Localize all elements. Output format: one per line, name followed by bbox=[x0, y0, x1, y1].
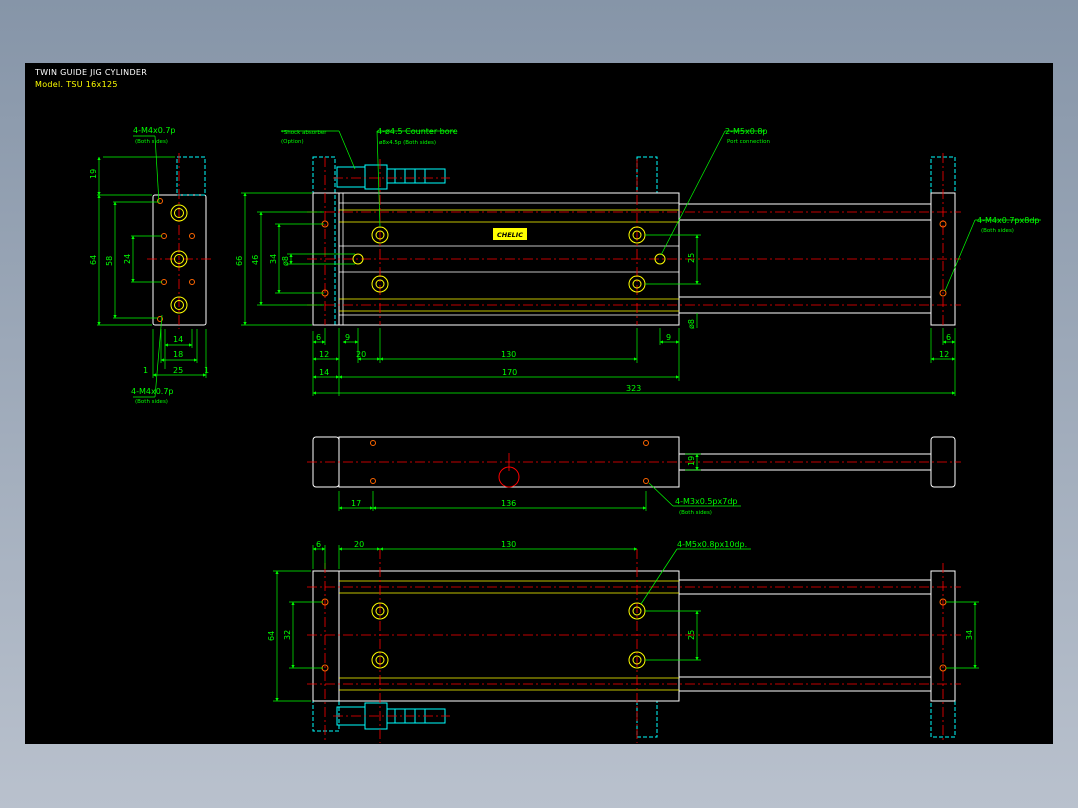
callout-end-top-holes-sub: (Both sides) bbox=[135, 139, 168, 145]
callout-bottom-holes: 4-M5x0.8px10dp. bbox=[677, 540, 747, 549]
end-view: 19 64 58 24 14 18 25 1 1 4-M4x0.7p (Both… bbox=[89, 126, 211, 405]
callout-rod-plate-holes: 4-M4x0.7px8dp bbox=[977, 216, 1039, 225]
dim-170: 170 bbox=[502, 368, 517, 377]
callout-counter-bore: 4-ø4.5 Counter bore bbox=[377, 127, 458, 136]
side-view: CHELIC 66 46 34 ø8 25 ø8 6 12 9 20 130 9… bbox=[235, 127, 1041, 396]
end-view-body bbox=[152, 194, 207, 326]
dim-phi8: ø8 bbox=[281, 256, 290, 266]
callout-shock-absorber-sub: (Option) bbox=[281, 139, 304, 145]
dim-323: 323 bbox=[626, 384, 641, 393]
dim-1a: 1 bbox=[143, 366, 148, 375]
piston-rods-side bbox=[679, 203, 931, 314]
shock-outline-left bbox=[312, 156, 336, 326]
mid-dim-17: 17 bbox=[351, 499, 361, 508]
bot-dim-32: 32 bbox=[283, 630, 292, 640]
dim-6r: 6 bbox=[946, 333, 951, 342]
dim-12r: 12 bbox=[939, 350, 949, 359]
bot-dim-64: 64 bbox=[267, 631, 276, 641]
callout-shock-absorber: *Shock absorber bbox=[281, 130, 327, 136]
mid-dim-19: 19 bbox=[687, 456, 696, 466]
dim-64: 64 bbox=[89, 255, 98, 265]
mid-dim-136: 136 bbox=[501, 499, 516, 508]
callout-end-bottom-holes-sub: (Both sides) bbox=[135, 399, 168, 405]
bot-dim-130: 130 bbox=[501, 540, 516, 549]
dim-25: 25 bbox=[173, 366, 183, 375]
callout-end-top-holes: 4-M4x0.7p bbox=[133, 126, 176, 135]
dim-9: 9 bbox=[345, 333, 350, 342]
dim-20: 20 bbox=[356, 350, 366, 359]
cad-drawing: 19 64 58 24 14 18 25 1 1 4-M4x0.7p (Both… bbox=[89, 126, 1041, 743]
callout-middle-holes: 4-M3x0.5px7dp bbox=[675, 497, 737, 506]
dim-24: 24 bbox=[123, 254, 132, 264]
callout-end-bottom-holes: 4-M4x0.7p bbox=[131, 387, 174, 396]
bot-dim-25: 25 bbox=[687, 630, 696, 640]
dim-12: 12 bbox=[319, 350, 329, 359]
middle-view: 19 17 136 4-M3x0.5px7dp (Both sides) bbox=[307, 436, 961, 516]
dim-130: 130 bbox=[501, 350, 516, 359]
drawing-canvas: TWIN GUIDE JIG CYLINDER Model. TSU 16x12… bbox=[25, 63, 1053, 744]
dim-1b: 1 bbox=[204, 366, 209, 375]
dim-34: 34 bbox=[269, 254, 278, 264]
callout-counter-bore-sub: ø8x4.5p (Both sides) bbox=[379, 140, 436, 146]
callout-port-sub: Port connection bbox=[727, 139, 770, 145]
dim-46: 46 bbox=[251, 255, 260, 265]
nameplate-text: CHELIC bbox=[497, 231, 523, 239]
bottom-view: 6 20 130 64 32 25 34 4-M5x0.8px10dp. bbox=[267, 540, 979, 743]
dim-9b: 9 bbox=[666, 333, 671, 342]
dim-phi8b: ø8 bbox=[687, 319, 696, 329]
shock-outline-mid bbox=[636, 156, 658, 194]
dim-14: 14 bbox=[173, 335, 183, 344]
dim-19: 19 bbox=[89, 169, 98, 179]
dim-14: 14 bbox=[319, 368, 329, 377]
dim-25: 25 bbox=[687, 253, 696, 263]
shock-absorber bbox=[336, 164, 446, 190]
dim-66: 66 bbox=[235, 256, 244, 266]
dim-18: 18 bbox=[173, 350, 183, 359]
dim-6: 6 bbox=[316, 333, 321, 342]
callout-middle-holes-sub: (Both sides) bbox=[679, 510, 712, 516]
callout-rod-plate-holes-sub: (Both sides) bbox=[981, 228, 1014, 234]
guide-rods-side bbox=[339, 209, 679, 312]
callout-port: 2-M5x0.8p bbox=[725, 127, 768, 136]
dim-58: 58 bbox=[105, 256, 114, 266]
bot-dim-20: 20 bbox=[354, 540, 364, 549]
bot-dim-34: 34 bbox=[965, 630, 974, 640]
bot-dim-6: 6 bbox=[316, 540, 321, 549]
end-view-shock-outline bbox=[176, 156, 206, 196]
